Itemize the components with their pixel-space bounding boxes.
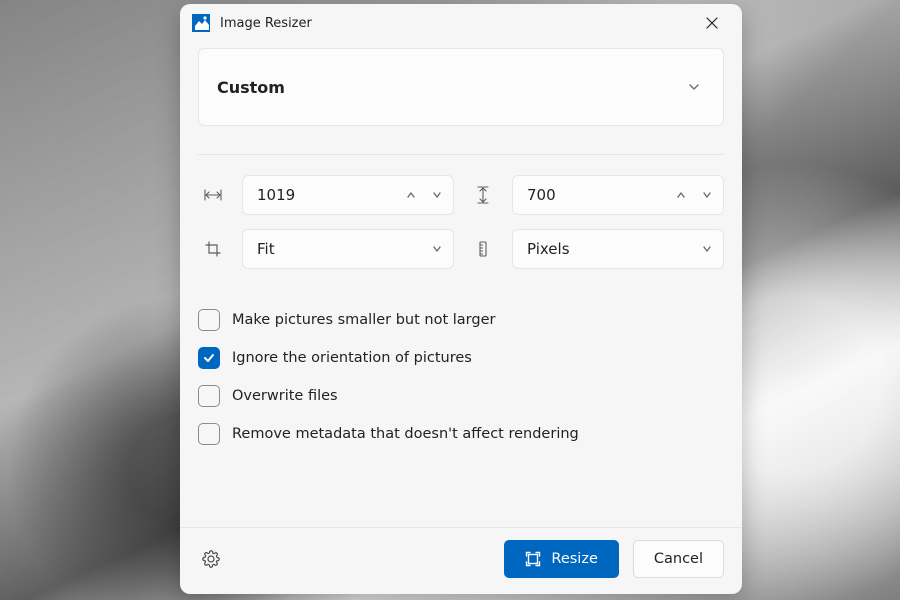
preset-value: Custom <box>217 78 687 97</box>
height-icon <box>474 186 492 204</box>
fit-mode-select[interactable]: Fit <box>242 229 454 269</box>
resize-icon <box>525 551 541 567</box>
unit-select[interactable]: Pixels <box>512 229 724 269</box>
resize-button[interactable]: Resize <box>504 540 618 578</box>
close-icon <box>706 17 718 29</box>
option-smaller-not-larger[interactable]: Make pictures smaller but not larger <box>198 309 724 331</box>
unit-value: Pixels <box>527 240 701 258</box>
option-label: Remove metadata that doesn't affect rend… <box>232 426 579 442</box>
checkbox[interactable] <box>198 309 220 331</box>
dialog-content: Custom <box>180 42 742 527</box>
width-stepper-up[interactable] <box>405 186 417 205</box>
preset-select[interactable]: Custom <box>198 48 724 126</box>
width-input[interactable] <box>257 186 405 204</box>
option-label: Overwrite files <box>232 388 338 404</box>
option-ignore-orientation[interactable]: Ignore the orientation of pictures <box>198 347 724 369</box>
height-input[interactable] <box>527 186 675 204</box>
option-overwrite-files[interactable]: Overwrite files <box>198 385 724 407</box>
height-input-wrapper <box>512 175 724 215</box>
app-icon <box>192 14 210 32</box>
gear-icon <box>202 550 220 568</box>
option-remove-metadata[interactable]: Remove metadata that doesn't affect rend… <box>198 423 724 445</box>
chevron-down-icon <box>687 80 701 94</box>
width-stepper-down[interactable] <box>431 186 443 205</box>
height-stepper-down[interactable] <box>701 186 713 205</box>
crop-icon <box>204 240 222 258</box>
option-label: Ignore the orientation of pictures <box>232 350 472 366</box>
image-resizer-dialog: Image Resizer Custom <box>180 4 742 594</box>
width-input-wrapper <box>242 175 454 215</box>
chevron-down-icon <box>431 243 443 255</box>
height-stepper-up[interactable] <box>675 186 687 205</box>
checkbox[interactable] <box>198 347 220 369</box>
divider <box>198 154 724 155</box>
cancel-button[interactable]: Cancel <box>633 540 724 578</box>
settings-button[interactable] <box>198 546 224 572</box>
options-list: Make pictures smaller but not larger Ign… <box>198 309 724 445</box>
checkbox[interactable] <box>198 423 220 445</box>
close-button[interactable] <box>692 8 732 38</box>
title-bar: Image Resizer <box>180 4 742 42</box>
option-label: Make pictures smaller but not larger <box>232 312 495 328</box>
cancel-button-label: Cancel <box>654 551 703 567</box>
dialog-title: Image Resizer <box>220 16 312 31</box>
fit-mode-value: Fit <box>257 240 431 258</box>
checkbox[interactable] <box>198 385 220 407</box>
width-icon <box>204 186 222 204</box>
chevron-down-icon <box>701 243 713 255</box>
dialog-footer: Resize Cancel <box>180 527 742 594</box>
size-grid: Fit Pixels <box>198 175 724 269</box>
resize-button-label: Resize <box>551 551 597 567</box>
ruler-icon <box>474 240 492 258</box>
